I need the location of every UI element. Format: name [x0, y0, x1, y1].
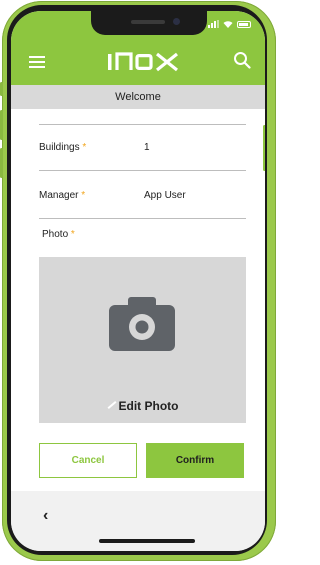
photo-label: Photo *: [42, 229, 75, 240]
camera-icon: [109, 297, 175, 351]
app-screen: Welcome Buildings * 1 Manager * App User…: [11, 11, 265, 551]
signal-icon: [208, 20, 219, 28]
battery-icon: [237, 20, 251, 28]
volume-up-button: [0, 110, 3, 140]
page-subtitle: Welcome: [11, 85, 265, 109]
back-arrow-icon[interactable]: ‹: [43, 507, 48, 525]
buildings-value[interactable]: 1: [144, 142, 150, 153]
wifi-icon: [223, 21, 233, 28]
status-bar: [208, 20, 251, 28]
cancel-button[interactable]: Cancel: [39, 443, 137, 478]
divider: [39, 170, 246, 171]
photo-picker[interactable]: Edit Photo: [39, 257, 246, 423]
divider: [39, 124, 246, 125]
edit-photo-label[interactable]: Edit Photo: [39, 399, 246, 413]
mute-switch: [0, 82, 3, 96]
speaker: [131, 20, 165, 24]
divider: [39, 218, 246, 219]
pencil-icon: [107, 400, 116, 409]
home-indicator[interactable]: [99, 539, 195, 543]
search-icon[interactable]: [233, 51, 251, 69]
notch: [91, 11, 207, 35]
confirm-button[interactable]: Confirm: [146, 443, 244, 478]
volume-down-button: [0, 148, 3, 178]
manager-label: Manager *: [39, 190, 86, 201]
front-camera: [173, 18, 180, 25]
manager-value[interactable]: App User: [144, 190, 186, 201]
brand-logo: [108, 52, 178, 72]
menu-icon[interactable]: [29, 56, 45, 68]
buildings-label: Buildings *: [39, 142, 87, 153]
scrollbar[interactable]: [263, 125, 265, 171]
